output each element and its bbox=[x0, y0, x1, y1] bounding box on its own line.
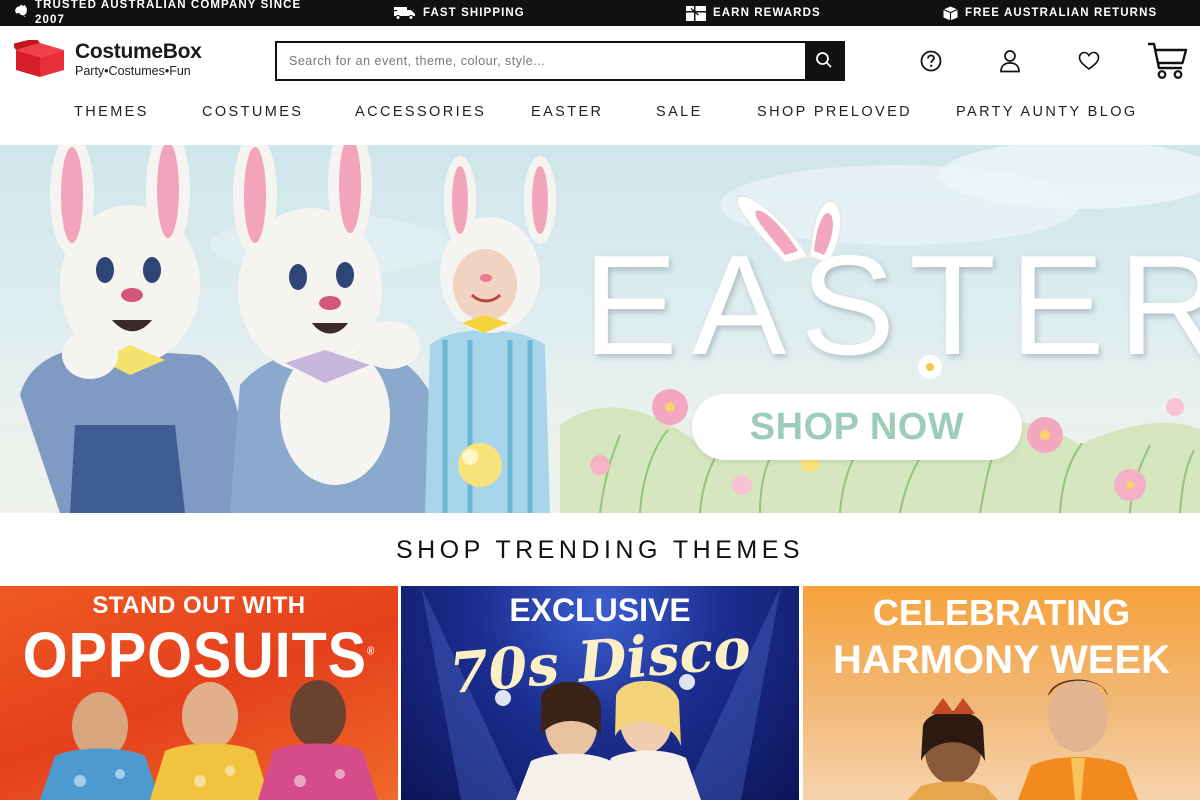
nav-item-easter[interactable]: EASTER bbox=[531, 104, 603, 120]
account-icon[interactable] bbox=[997, 47, 1023, 75]
hero-title: EASTER bbox=[583, 226, 1200, 385]
logo-box-icon bbox=[12, 38, 66, 78]
search-icon bbox=[815, 51, 833, 72]
cart-icon[interactable] bbox=[1145, 40, 1189, 82]
australia-map-icon bbox=[14, 4, 28, 17]
promo-text: EARN REWARDS bbox=[713, 7, 821, 19]
site-logo[interactable]: CostumeBox Party•Costumes•Fun bbox=[12, 38, 202, 78]
gift-icon bbox=[686, 5, 706, 21]
nav-item-themes[interactable]: THEMES bbox=[74, 104, 149, 120]
promo-bar: TRUSTED AUSTRALIAN COMPANY SINCE 2007 FA… bbox=[0, 0, 1200, 26]
shop-now-label: SHOP NOW bbox=[749, 405, 965, 448]
shop-now-button[interactable]: SHOP NOW bbox=[692, 394, 1022, 460]
nav-item-accessories[interactable]: ACCESSORIES bbox=[355, 104, 486, 120]
tile-heading: OPPOSUITS® bbox=[22, 619, 376, 691]
help-icon[interactable] bbox=[918, 48, 944, 74]
box-icon bbox=[943, 6, 958, 21]
search-input[interactable] bbox=[277, 43, 805, 79]
promo-item-rewards: EARN REWARDS bbox=[686, 0, 821, 26]
promo-item-shipping: FAST SHIPPING bbox=[394, 0, 525, 26]
hero-banner[interactable]: EASTER SHOP NOW bbox=[0, 145, 1200, 513]
bunny-left bbox=[20, 145, 244, 513]
truck-icon bbox=[394, 6, 416, 20]
promo-text: TRUSTED AUSTRALIAN COMPANY SINCE 2007 bbox=[35, 0, 302, 26]
search-button[interactable] bbox=[805, 43, 843, 79]
logo-tagline: Party•Costumes•Fun bbox=[75, 63, 191, 78]
nav-item-party-aunty-blog[interactable]: PARTY AUNTY BLOG bbox=[956, 104, 1138, 120]
main-nav: THEMES COSTUMES ACCESSORIES EASTER SALE … bbox=[0, 98, 1200, 128]
nav-item-shop-preloved[interactable]: SHOP PRELOVED bbox=[757, 104, 912, 120]
nav-item-sale[interactable]: SALE bbox=[656, 104, 703, 120]
theme-tile-opposuits[interactable]: STAND OUT WITH OPPOSUITS® bbox=[0, 586, 398, 800]
promo-text: FREE AUSTRALIAN RETURNS bbox=[965, 7, 1158, 19]
child-bunny bbox=[425, 156, 556, 513]
wishlist-icon[interactable] bbox=[1076, 49, 1102, 73]
search-bar bbox=[275, 41, 845, 81]
logo-name: CostumeBox bbox=[75, 39, 202, 63]
section-title-trending: SHOP TRENDING THEMES bbox=[395, 536, 805, 564]
tile-line: STAND OUT WITH bbox=[92, 592, 306, 619]
tile-line: CELEBRATING bbox=[872, 592, 1131, 633]
promo-item-trusted: TRUSTED AUSTRALIAN COMPANY SINCE 2007 bbox=[14, 0, 304, 26]
theme-tile-harmony-week[interactable]: CELEBRATING HARMONY WEEK bbox=[803, 586, 1200, 800]
theme-tile-70s-disco[interactable]: EXCLUSIVE 70s Disco bbox=[401, 586, 799, 800]
bunny-middle bbox=[230, 145, 451, 513]
promo-text: FAST SHIPPING bbox=[423, 7, 525, 19]
tile-heading: HARMONY WEEK bbox=[832, 638, 1171, 682]
promo-item-returns: FREE AUSTRALIAN RETURNS bbox=[943, 0, 1157, 26]
nav-item-costumes[interactable]: COSTUMES bbox=[202, 104, 303, 120]
